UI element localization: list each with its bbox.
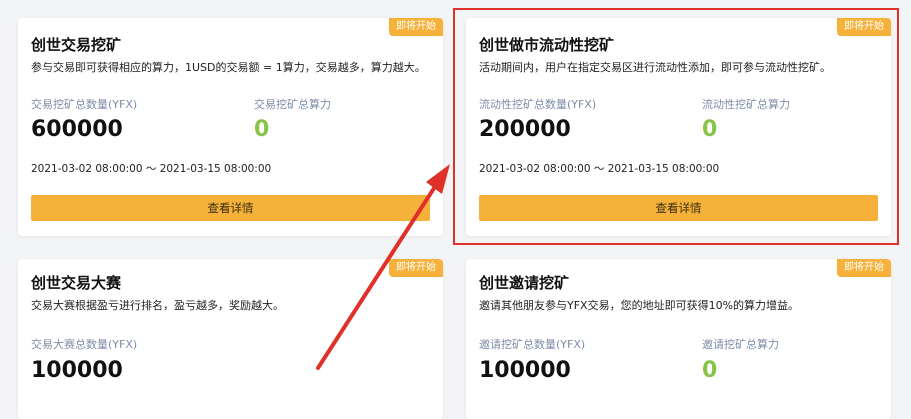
card-title: 创世交易挖矿: [31, 36, 122, 54]
total-power-value: 0: [702, 358, 718, 383]
card-trading-contest: 即将开始 创世交易大赛 交易大赛根据盈亏进行排名，盈亏越多，奖励越大。 交易大赛…: [18, 259, 443, 419]
card-description: 交易大赛根据盈亏进行排名，盈亏越多，奖励越大。: [31, 299, 284, 312]
total-power-label: 交易挖矿总算力: [254, 98, 331, 111]
total-power-value: 0: [254, 117, 270, 142]
view-details-button[interactable]: 查看详情: [31, 195, 430, 221]
card-title: 创世交易大赛: [31, 274, 122, 292]
card-description: 活动期间内，用户在指定交易区进行流动性添加，即可参与流动性挖矿。: [479, 61, 831, 74]
status-badge: 即将开始: [389, 259, 443, 277]
status-badge: 即将开始: [837, 259, 891, 277]
card-title: 创世做市流动性挖矿: [479, 36, 615, 54]
card-trading-mining: 即将开始 创世交易挖矿 参与交易即可获得相应的算力，1USD的交易额 = 1算力…: [18, 18, 443, 236]
total-power-value: 0: [702, 117, 718, 142]
total-amount-label: 邀请挖矿总数量(YFX): [479, 338, 586, 351]
total-amount-value: 100000: [31, 358, 123, 383]
card-invite-mining: 即将开始 创世邀请挖矿 邀请其他朋友参与YFX交易，您的地址即可获得10%的算力…: [466, 259, 891, 419]
card-description: 参与交易即可获得相应的算力，1USD的交易额 = 1算力，交易越多，算力越大。: [31, 61, 426, 74]
total-power-label: 邀请挖矿总算力: [702, 338, 779, 351]
activity-period: 2021-03-02 08:00:00 ～ 2021-03-15 08:00:0…: [31, 163, 272, 175]
status-badge: 即将开始: [837, 18, 891, 36]
total-amount-value: 200000: [479, 117, 571, 142]
total-amount-value: 100000: [479, 358, 571, 383]
view-details-button[interactable]: 查看详情: [479, 195, 878, 221]
total-power-label: 流动性挖矿总算力: [702, 98, 790, 111]
card-description: 邀请其他朋友参与YFX交易，您的地址即可获得10%的算力增益。: [479, 299, 800, 312]
total-amount-label: 交易挖矿总数量(YFX): [31, 98, 138, 111]
total-amount-value: 600000: [31, 117, 123, 142]
activity-period: 2021-03-02 08:00:00 ～ 2021-03-15 08:00:0…: [479, 163, 720, 175]
card-title: 创世邀请挖矿: [479, 274, 570, 292]
total-amount-label: 交易大赛总数量(YFX): [31, 338, 138, 351]
status-badge: 即将开始: [389, 18, 443, 36]
total-amount-label: 流动性挖矿总数量(YFX): [479, 98, 597, 111]
card-liquidity-mining: 即将开始 创世做市流动性挖矿 活动期间内，用户在指定交易区进行流动性添加，即可参…: [466, 18, 891, 236]
